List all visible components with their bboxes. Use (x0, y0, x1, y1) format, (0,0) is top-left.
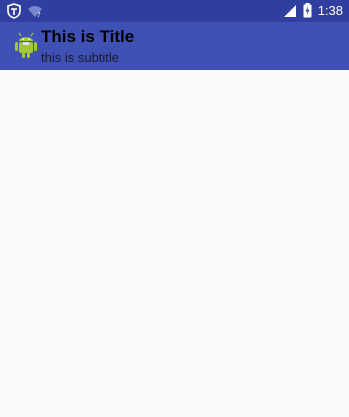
status-bar: ? 1:38 (0, 0, 349, 22)
status-bar-right: 1:38 (283, 3, 343, 18)
android-icon (14, 31, 38, 59)
app-bar: This is Title this is subtitle (0, 22, 349, 70)
battery-charging-icon (303, 3, 312, 18)
shield-icon (7, 3, 21, 19)
toolbar-subtitle: this is subtitle (41, 50, 120, 65)
wifi-question-icon: ? (27, 4, 43, 18)
svg-text:?: ? (37, 11, 41, 18)
status-time: 1:38 (317, 3, 343, 18)
status-bar-left: ? (7, 3, 43, 19)
toolbar-title: This is Title (41, 27, 135, 46)
signal-icon (283, 4, 297, 18)
content-area (0, 70, 349, 417)
